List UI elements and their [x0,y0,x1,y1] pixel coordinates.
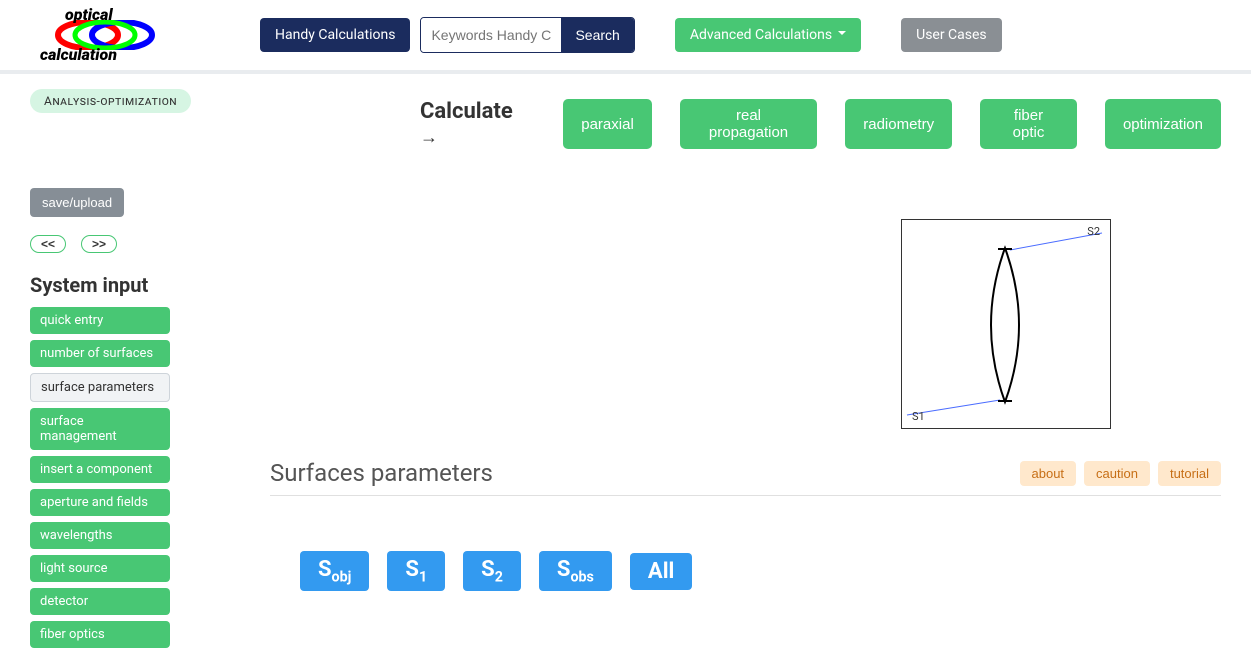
advanced-label: Advanced Calculations [690,27,832,43]
system-input-menu: quick entry number of surfaces surface p… [30,307,230,648]
calc-real-propagation-button[interactable]: real propagation [680,99,817,149]
lens-s2-label: S2 [1087,225,1100,238]
sidebar-item-aperture-and-fields[interactable]: aperture and fields [30,489,170,516]
sidebar-item-number-of-surfaces[interactable]: number of surfaces [30,340,170,367]
lens-svg-icon [902,220,1110,428]
tab-s1-main: S [405,557,419,582]
search-group: Search [420,17,634,53]
tab-s-obs[interactable]: Sobs [539,551,612,591]
sidebar-item-detector[interactable]: detector [30,588,170,615]
calc-paraxial-button[interactable]: paraxial [563,99,652,149]
sidebar-item-fiber-optics[interactable]: fiber optics [30,621,170,648]
tab-all[interactable]: All [630,553,692,590]
about-button[interactable]: about [1020,461,1077,486]
tab-s1-sub: 1 [419,569,427,585]
tab-s-obs-main: S [557,557,571,582]
save-upload-button[interactable]: save/upload [30,188,124,217]
search-button[interactable]: Search [561,18,633,52]
tab-s-obj-main: S [318,557,332,582]
tutorial-button[interactable]: tutorial [1158,461,1221,486]
tab-s1[interactable]: S1 [387,551,445,591]
sidebar-item-surface-management[interactable]: surface management [30,408,170,450]
next-button[interactable]: >> [81,235,117,253]
sidebar-item-quick-entry[interactable]: quick entry [30,307,170,334]
handy-calculations-button[interactable]: Handy Calculations [260,18,410,52]
tab-s2-sub: 2 [495,569,503,585]
sidebar-item-insert-component[interactable]: insert a component [30,456,170,483]
topbar: optical calculation Handy Calculations S… [0,0,1251,74]
calc-radiometry-button[interactable]: radiometry [845,99,952,149]
sidebar-item-light-source[interactable]: light source [30,555,170,582]
sidebar-item-wavelengths[interactable]: wavelengths [30,522,170,549]
tab-s2-main: S [481,557,495,582]
caution-button[interactable]: caution [1084,461,1150,486]
logo-text-bottom: calculation [40,45,117,64]
user-cases-button[interactable]: User Cases [901,18,1002,52]
lens-diagram: S1 S2 [901,219,1111,429]
tab-s-obs-sub: obs [570,569,593,585]
lens-s1-label: S1 [912,410,925,423]
sidebar: Analysis-optimization save/upload << >> … [30,89,230,648]
logo[interactable]: optical calculation [20,10,190,60]
prev-button[interactable]: << [30,235,66,253]
tab-s-obj-sub: obj [332,569,352,585]
search-input[interactable] [421,18,561,52]
calc-optimization-button[interactable]: optimization [1105,99,1221,149]
advanced-calculations-dropdown[interactable]: Advanced Calculations [675,18,861,52]
tab-s2[interactable]: S2 [463,551,521,591]
analysis-optimization-badge: Analysis-optimization [30,89,191,113]
surfaces-parameters-title: Surfaces parameters [270,459,493,487]
system-input-title: System input [30,273,230,297]
calculate-label: Calculate [420,99,533,149]
calc-fiber-optic-button[interactable]: fiber optic [980,99,1077,149]
main-content: Calculate paraxial real propagation radi… [260,89,1221,591]
sidebar-item-surface-parameters[interactable]: surface parameters [30,373,170,402]
logo-text-top: optical [65,5,113,24]
tab-s-obj[interactable]: Sobj [300,551,369,591]
